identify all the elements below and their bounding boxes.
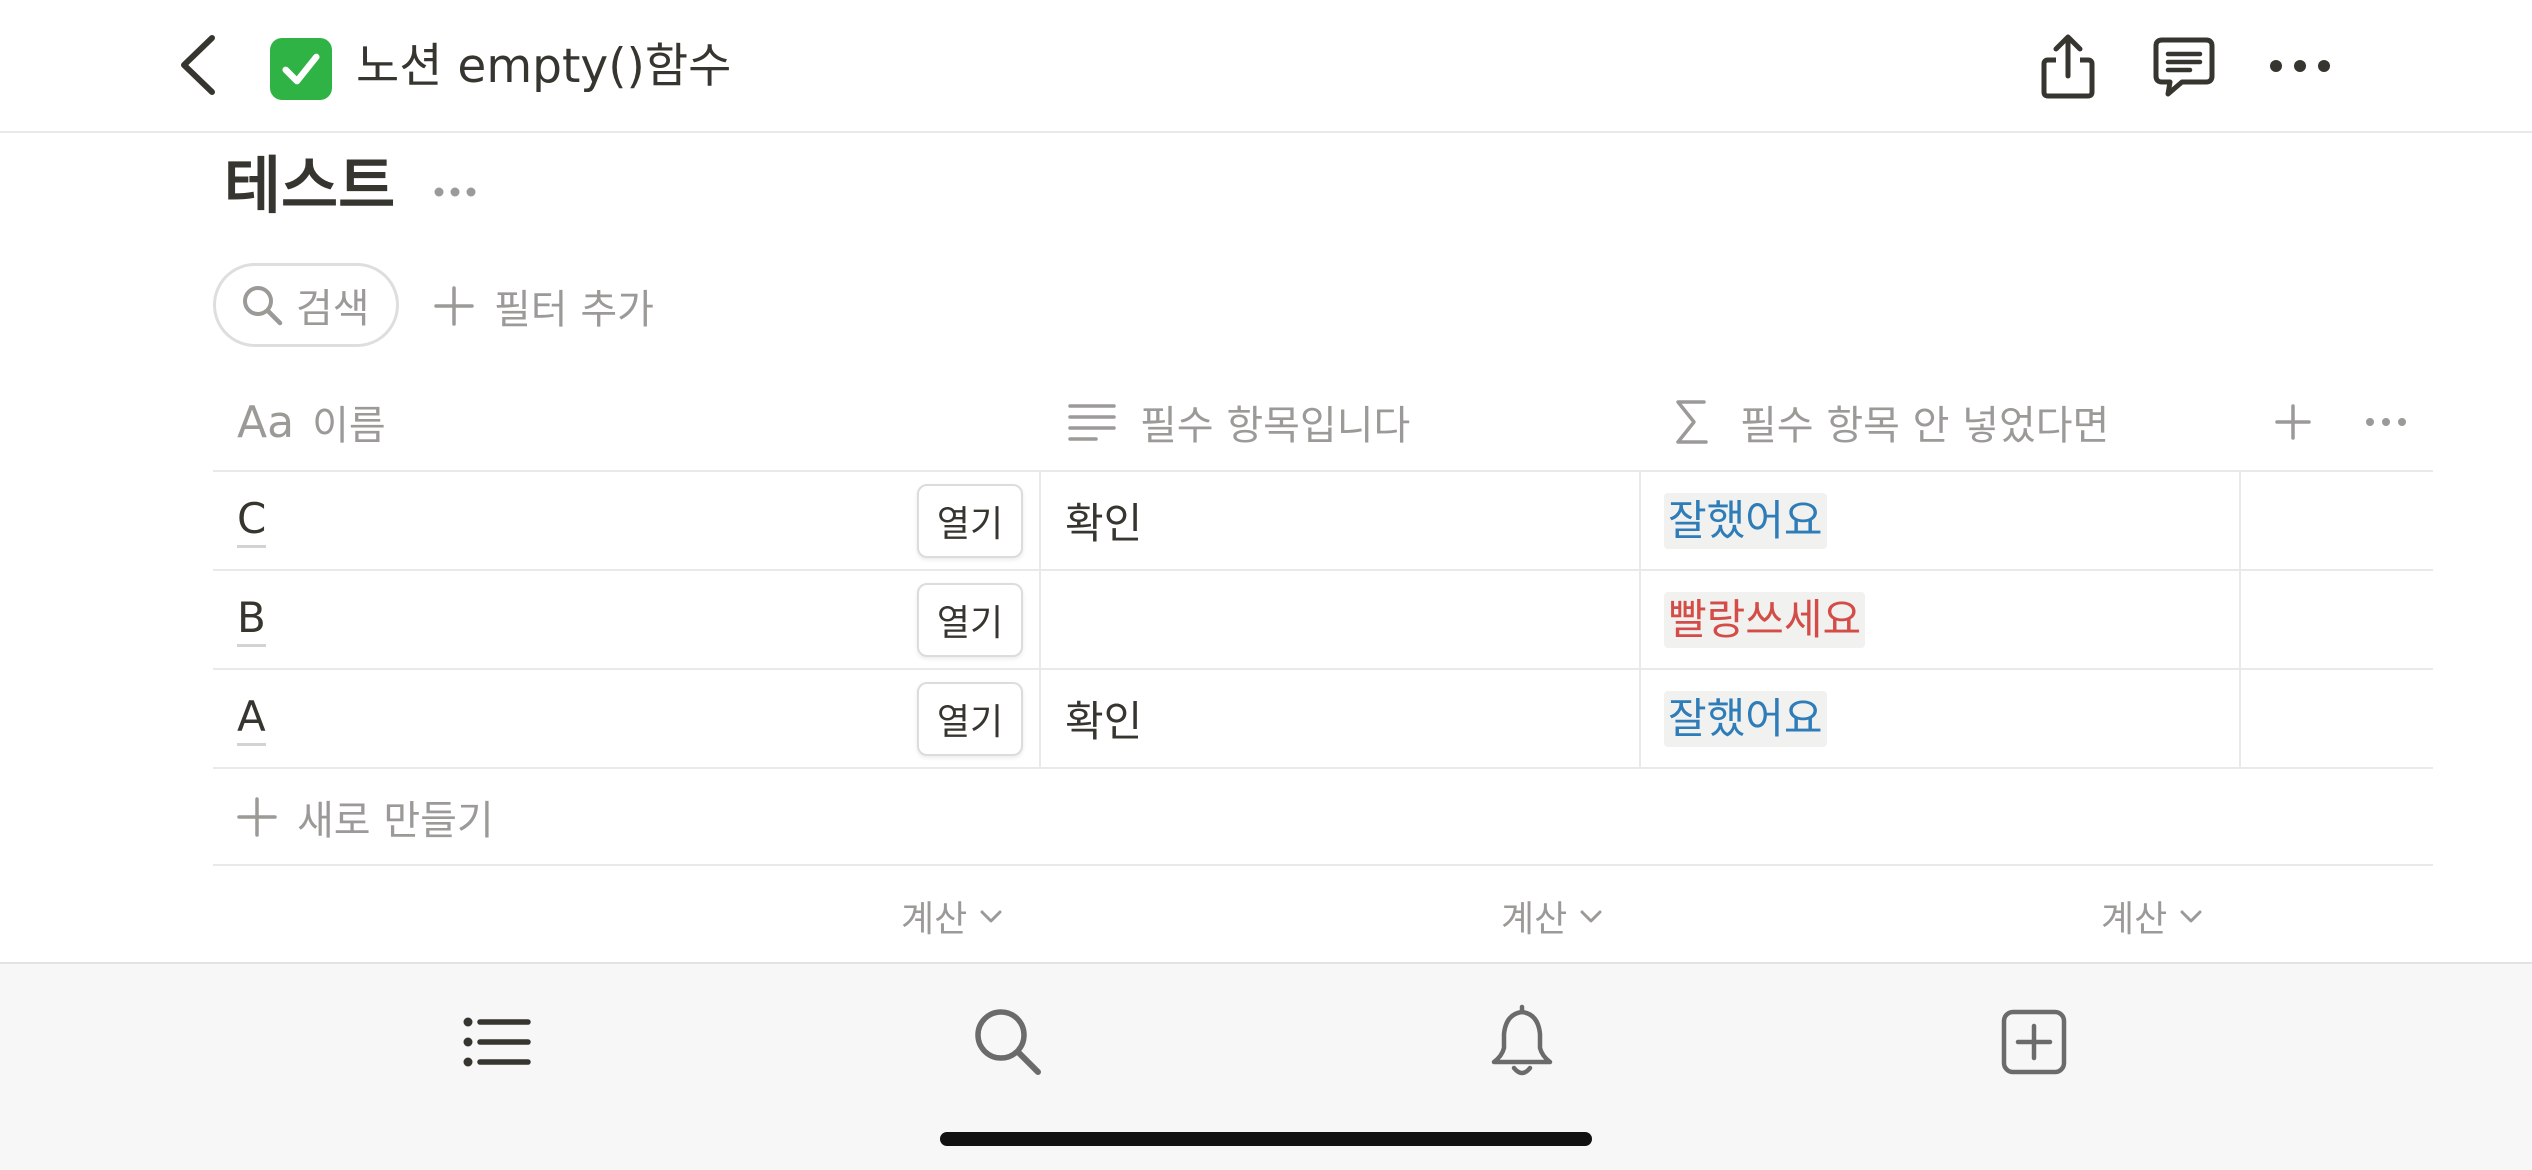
- row-name[interactable]: A: [237, 670, 266, 767]
- formula-cell[interactable]: 잘했어요: [1664, 472, 1827, 569]
- search-icon: [240, 283, 284, 327]
- column-divider: [1039, 670, 1041, 767]
- calculate-label: 계산: [2101, 899, 2168, 940]
- share-icon[interactable]: [2032, 30, 2104, 102]
- table-header: Aa 이름 필수 항목입니다 필수 항목 안 넣었다면: [213, 372, 2433, 472]
- bell-icon[interactable]: [1484, 1004, 1560, 1080]
- search-button[interactable]: 검색: [213, 263, 399, 347]
- column-divider: [1039, 571, 1041, 668]
- column-label: 이름: [312, 403, 386, 449]
- column-divider: [1039, 472, 1041, 569]
- sigma-icon: [1666, 396, 1718, 448]
- column-header-formula[interactable]: 필수 항목 안 넣었다면: [1666, 372, 2109, 472]
- column-label: 필수 항목 안 넣었다면: [1740, 403, 2110, 449]
- table-more-icon[interactable]: [2363, 404, 2409, 440]
- back-icon[interactable]: [174, 32, 224, 98]
- row-name[interactable]: B: [237, 571, 266, 668]
- add-filter-button[interactable]: 필터 추가: [432, 266, 654, 346]
- database-more-icon[interactable]: [430, 172, 480, 212]
- text-lines-icon: [1066, 396, 1118, 448]
- row-name[interactable]: C: [237, 472, 267, 569]
- column-divider: [1639, 571, 1641, 668]
- column-divider: [2239, 670, 2241, 767]
- database-title[interactable]: 테스트: [224, 146, 395, 226]
- new-row-button[interactable]: 새로 만들기: [213, 769, 2433, 866]
- calculate-label: 계산: [901, 899, 968, 940]
- column-header-required[interactable]: 필수 항목입니다: [1066, 372, 1410, 472]
- column-divider: [1639, 670, 1641, 767]
- chevron-down-icon: [2177, 902, 2205, 930]
- calculate-dropdown[interactable]: 계산: [2101, 886, 2205, 946]
- column-label: 필수 항목입니다: [1140, 403, 1411, 449]
- add-property-icon[interactable]: [2271, 400, 2315, 444]
- table-row[interactable]: B 열기 빨랑쓰세요: [213, 571, 2433, 670]
- required-cell[interactable]: 확인: [1065, 670, 1142, 767]
- comment-icon[interactable]: [2148, 30, 2220, 102]
- new-row-label: 새로 만들기: [297, 797, 494, 844]
- table-row[interactable]: C 열기 확인 잘했어요: [213, 472, 2433, 571]
- calculate-dropdown[interactable]: 계산: [1501, 886, 1605, 946]
- calculation-row: 계산 계산 계산: [213, 866, 2433, 962]
- chevron-down-icon: [977, 902, 1005, 930]
- calculate-dropdown[interactable]: 계산: [901, 886, 1005, 946]
- column-divider: [2239, 472, 2241, 569]
- calculate-label: 계산: [1501, 899, 1568, 940]
- column-divider: [2239, 571, 2241, 668]
- open-button[interactable]: 열기: [917, 682, 1023, 756]
- formula-cell[interactable]: 잘했어요: [1664, 670, 1827, 767]
- plus-icon: [432, 284, 476, 328]
- title-property-icon: Aa: [237, 396, 295, 448]
- add-filter-label: 필터 추가: [494, 287, 654, 333]
- open-button[interactable]: 열기: [917, 583, 1023, 657]
- column-divider: [1639, 472, 1641, 569]
- search-label: 검색: [296, 286, 370, 332]
- new-page-icon[interactable]: [1996, 1004, 2072, 1080]
- open-button[interactable]: 열기: [917, 484, 1023, 558]
- top-bar: 노션 empty()함수: [0, 0, 2532, 133]
- chevron-down-icon: [1577, 902, 1605, 930]
- table-row[interactable]: A 열기 확인 잘했어요: [213, 670, 2433, 769]
- search-icon[interactable]: [970, 1004, 1046, 1080]
- database-table: Aa 이름 필수 항목입니다 필수 항목 안 넣었다면 C 열기 확인 잘했어요: [213, 372, 2433, 962]
- plus-icon: [235, 795, 279, 839]
- required-cell[interactable]: 확인: [1065, 472, 1142, 569]
- check-mark-emoji-icon[interactable]: [270, 38, 332, 100]
- page-name[interactable]: 노션 empty()함수: [356, 36, 731, 98]
- column-header-name[interactable]: Aa 이름: [237, 372, 386, 472]
- home-indicator[interactable]: [940, 1132, 1592, 1146]
- formula-cell[interactable]: 빨랑쓰세요: [1664, 571, 1866, 668]
- more-icon[interactable]: [2264, 30, 2336, 102]
- list-icon[interactable]: [458, 1004, 534, 1080]
